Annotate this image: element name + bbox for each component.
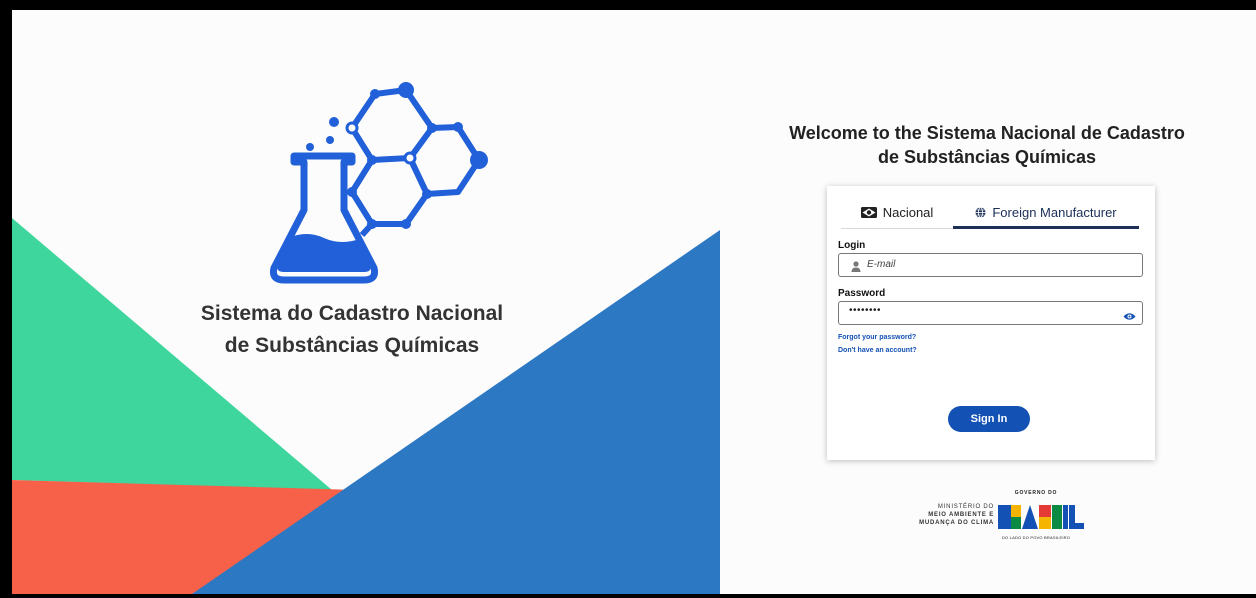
sign-in-button[interactable]: Sign In — [948, 406, 1030, 432]
welcome-heading: Welcome to the Sistema Nacional de Cadas… — [752, 121, 1222, 169]
chemistry-flask-logo — [270, 82, 488, 284]
login-tabs: Nacional Foreign Manufacturer — [841, 196, 1139, 229]
welcome-line1: Welcome to the Sistema Nacional de Cadas… — [789, 123, 1185, 143]
tab-foreign-label: Foreign Manufacturer — [992, 204, 1117, 220]
active-tab-indicator — [953, 226, 1139, 229]
login-label: Login — [838, 240, 866, 251]
globe-icon — [975, 206, 986, 218]
email-input[interactable]: E-mail — [838, 253, 1143, 277]
forgot-password-link[interactable]: Forgot your password? — [838, 334, 916, 341]
create-account-link[interactable]: Don't have an account? — [838, 347, 917, 354]
brand-title-line1: Sistema do Cadastro Nacional — [200, 302, 504, 325]
ministry-line2: MEIO AMBIENTE E — [928, 512, 994, 518]
tab-nacional[interactable]: Nacional — [841, 196, 953, 228]
ministry-logo-text: MINISTÉRIO DO MEIO AMBIENTE E MUDANÇA DO… — [874, 503, 994, 527]
tab-nacional-label: Nacional — [882, 204, 934, 220]
ministry-line1: MINISTÉRIO DO — [937, 504, 994, 510]
brasil-wordmark — [998, 505, 1084, 529]
login-page: Sistema do Cadastro Nacional de Substânc… — [12, 10, 1256, 594]
password-masked-value: •••••••• — [849, 305, 882, 316]
brand-title: Sistema do Cadastro Nacional de Substânc… — [142, 298, 562, 362]
gov-logo-tagline: DO LADO DO POVO BRASILEIRO — [1001, 535, 1071, 540]
email-placeholder: E-mail — [867, 259, 896, 270]
tab-foreign-manufacturer[interactable]: Foreign Manufacturer — [953, 196, 1139, 228]
password-label: Password — [838, 288, 886, 299]
user-icon — [851, 259, 861, 277]
brand-title-line2: de Substâncias Químicas — [224, 334, 480, 357]
eye-icon[interactable] — [1123, 308, 1136, 326]
welcome-line2: de Substâncias Químicas — [877, 147, 1097, 167]
gov-logo-top-text: GOVERNO DO — [1014, 490, 1058, 496]
ministry-line3: MUDANÇA DO CLIMA — [919, 520, 994, 526]
password-input[interactable]: •••••••• — [838, 301, 1143, 325]
brazil-flag-icon — [860, 206, 877, 218]
login-card: Nacional Foreign Manufacturer Login E-ma… — [827, 186, 1155, 460]
